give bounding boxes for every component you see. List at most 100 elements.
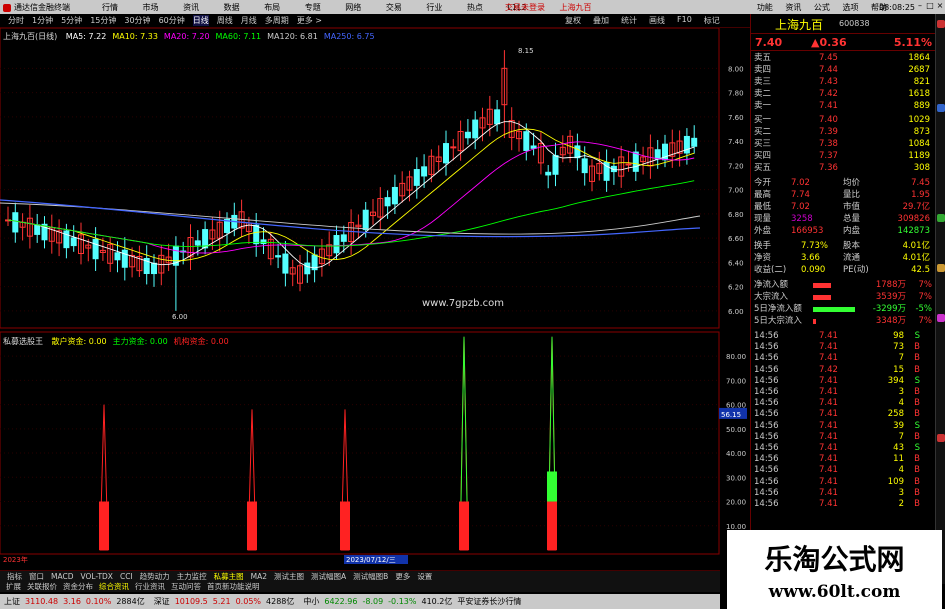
indicator-tab[interactable]: MACD: [51, 572, 73, 581]
sidebar-alert-icon[interactable]: [937, 20, 945, 28]
candle-body: [333, 235, 340, 254]
status-item: 0.05%: [235, 597, 262, 606]
indicator-tab[interactable]: VOL-TDX: [80, 572, 112, 581]
candle-body: [340, 234, 347, 242]
extra-tab[interactable]: 关联报价: [27, 581, 57, 592]
sidebar-star-icon[interactable]: [937, 434, 945, 442]
chart-tool-button[interactable]: F10: [677, 15, 692, 26]
stat-value: 309826: [897, 214, 930, 224]
chart-tools: 复权 叠加 统计 画线 F10 标记: [565, 15, 732, 26]
indicator-tab[interactable]: 测试幅图A: [311, 571, 346, 582]
quote-header: 上海九百 600838: [751, 14, 936, 34]
tick-row: 14:56 7.41 7 B: [751, 432, 936, 443]
indicator-tab[interactable]: MA2: [251, 572, 267, 581]
period-tab[interactable]: 分时: [8, 15, 24, 26]
tick-row: 14:56 7.41 73 B: [751, 342, 936, 353]
stat-value: 3258: [791, 214, 813, 224]
menu-hq[interactable]: 行情: [102, 3, 118, 12]
sidebar-flag-icon[interactable]: [937, 314, 945, 322]
menu-info[interactable]: 资讯: [785, 3, 801, 12]
indicator-tick-label: 70.00: [726, 377, 746, 385]
tick-volume: 43: [893, 443, 904, 453]
ma-legend-item: MA250: 6.75: [323, 32, 375, 41]
indicator-tab[interactable]: 主力监控: [177, 571, 207, 582]
chart-tool-button[interactable]: 复权: [565, 15, 581, 26]
ask-price: 7.45: [819, 53, 838, 63]
low-price-label: 6.00: [172, 313, 188, 321]
period-tab[interactable]: 1分钟: [32, 15, 53, 26]
indicator-tab[interactable]: 更多: [395, 571, 410, 582]
menu-options[interactable]: 选项: [842, 3, 858, 12]
tick-side: S: [914, 375, 920, 386]
period-tab[interactable]: 5分钟: [61, 15, 82, 26]
bid-volume: 1084: [908, 139, 930, 149]
menu-news[interactable]: 资讯: [183, 3, 199, 12]
ask-row: 卖二 7.42 1618: [751, 89, 936, 100]
sidebar-news-icon[interactable]: [937, 104, 945, 112]
candle-body: [114, 252, 121, 261]
indicator-tab[interactable]: 私募主图: [214, 571, 244, 582]
period-tab[interactable]: 60分钟: [159, 15, 185, 26]
menu-trade[interactable]: 交易: [386, 3, 402, 12]
close-icon[interactable]: ×: [935, 1, 945, 11]
indicator-tab[interactable]: 指标: [7, 571, 22, 582]
menu-layout[interactable]: 布局: [264, 3, 280, 12]
period-tab[interactable]: 更多 >: [297, 15, 322, 26]
bid-price: 7.40: [819, 115, 838, 125]
maximize-icon[interactable]: □: [925, 1, 935, 11]
sidebar-fund-icon[interactable]: [937, 214, 945, 222]
menu-network[interactable]: 网络: [345, 3, 361, 12]
price-tick-label: 7.80: [728, 90, 744, 98]
extra-tab[interactable]: 首页新功能说明: [207, 581, 260, 592]
quote-panel: 上海九百 600838 7.40 ▲0.36 5.11% 卖五 7.45 1864 卖四 7.44…: [750, 14, 936, 566]
chart-area[interactable]: 8.00 7.80 7.60 7.40 7.20 7.00 6.80 6.60 6.40 6.20…: [0, 28, 750, 580]
indicator-tab[interactable]: 测试主图: [274, 571, 304, 582]
main-chart-legend: 上海九百(日线) MA5: 7.22 MA10: 7.33 MA20: 7.20 MA…: [3, 31, 375, 42]
indicator-tab[interactable]: 趋势动力: [140, 571, 170, 582]
indicator-tab[interactable]: 测试幅图B: [353, 571, 388, 582]
menu-hot[interactable]: 热点: [467, 3, 483, 12]
period-tab[interactable]: 多周期: [265, 15, 289, 26]
kline-and-indicator-chart[interactable]: 8.00 7.80 7.60 7.40 7.20 7.00 6.80 6.60 6.40 6.20…: [0, 28, 750, 580]
trade-login-status[interactable]: 交易未登录: [505, 3, 545, 12]
menu-formula[interactable]: 公式: [814, 3, 830, 12]
extra-tab[interactable]: 行业资讯: [135, 581, 165, 592]
flow-pct: 7%: [918, 292, 933, 302]
menu-industry[interactable]: 行业: [426, 3, 442, 12]
indicator-tab[interactable]: CCI: [120, 572, 133, 581]
period-tab[interactable]: 月线: [241, 15, 257, 26]
period-tab[interactable]: 日线: [192, 15, 209, 26]
extra-tab[interactable]: 扩展: [6, 581, 21, 592]
extra-tab[interactable]: 资金分布: [63, 581, 93, 592]
menu-function[interactable]: 功能: [757, 3, 773, 12]
ask-row: 卖一 7.41 889: [751, 101, 936, 112]
date-left-label: 2023年: [3, 555, 28, 564]
sidebar-chart-icon[interactable]: [937, 264, 945, 272]
stock-name: 上海九百: [775, 18, 824, 32]
stat-label: 换手: [754, 241, 772, 251]
menu-topic[interactable]: 专题: [305, 3, 321, 12]
chart-tool-button[interactable]: 标记: [704, 15, 720, 26]
minimize-icon[interactable]: –: [915, 1, 925, 11]
period-tab[interactable]: 15分钟: [90, 15, 116, 26]
candle-body: [625, 163, 632, 166]
extra-tab[interactable]: 互动问答: [171, 581, 201, 592]
chart-tool-button[interactable]: 画线: [649, 15, 665, 26]
status-item: 3110.48: [25, 597, 59, 606]
menu-market[interactable]: 市场: [143, 3, 159, 12]
chart-tool-button[interactable]: 叠加: [593, 15, 609, 26]
menu-data[interactable]: 数据: [224, 3, 240, 12]
tick-volume: 4: [898, 398, 904, 409]
stat-row: 现量 3258 总量 309826: [751, 214, 936, 225]
extra-tab[interactable]: 综合资讯: [99, 581, 129, 592]
tick-price: 7.41: [819, 420, 838, 431]
period-tab[interactable]: 周线: [217, 15, 233, 26]
indicator-tab[interactable]: 设置: [417, 571, 432, 582]
period-tab[interactable]: 30分钟: [124, 15, 150, 26]
tick-price: 7.41: [819, 499, 838, 509]
ask-price: 7.42: [819, 89, 838, 99]
tick-price: 7.41: [819, 375, 838, 386]
flow-pct: 7%: [918, 280, 933, 290]
chart-tool-button[interactable]: 统计: [621, 15, 637, 26]
indicator-tab[interactable]: 窗口: [29, 571, 44, 582]
